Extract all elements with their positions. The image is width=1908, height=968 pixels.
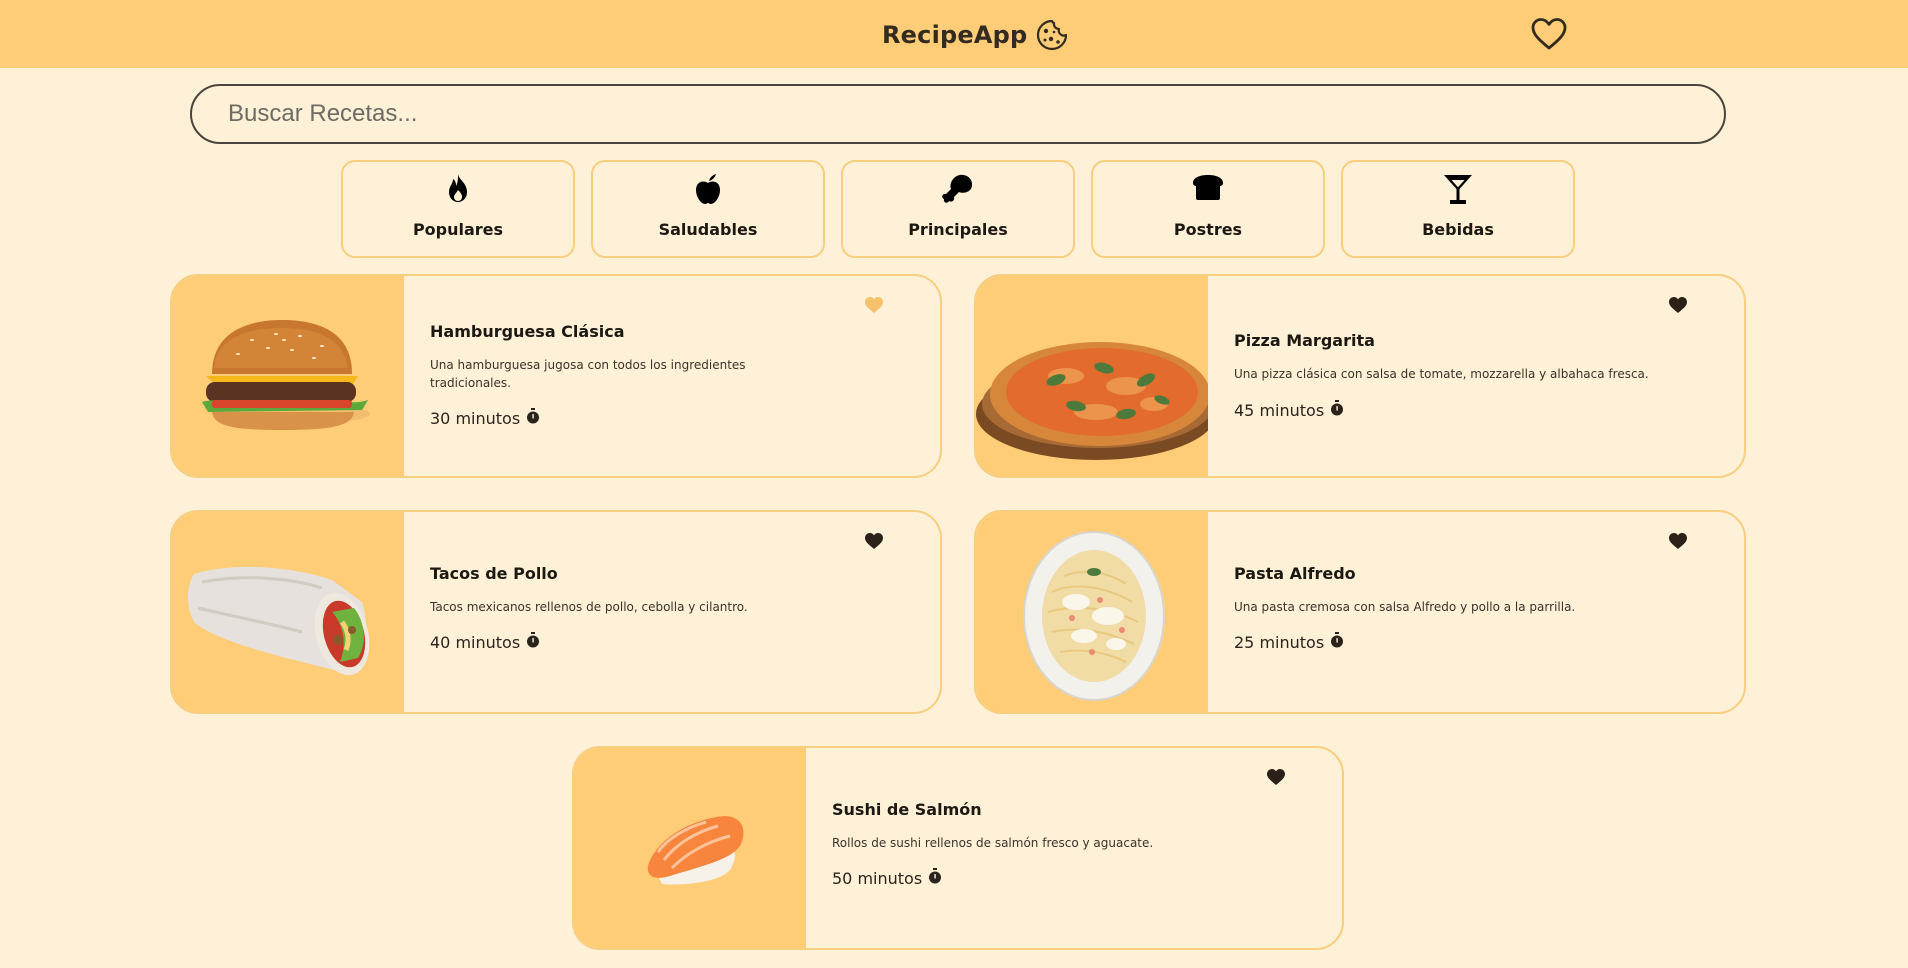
pizza-image (976, 276, 1208, 476)
category-label: Saludables (658, 220, 758, 239)
category-bebidas[interactable]: Bebidas (1341, 160, 1575, 258)
stopwatch-icon (1330, 632, 1344, 652)
recipe-time: 30 minutos (430, 408, 540, 428)
stopwatch-icon (1330, 400, 1344, 420)
recipe-time-label: 45 minutos (1234, 400, 1325, 420)
recipe-time-label: 50 minutos (832, 868, 923, 888)
favorite-toggle[interactable] (1266, 768, 1286, 788)
recipe-time: 40 minutos (430, 632, 540, 652)
category-label: Postres (1173, 220, 1243, 239)
recipe-title: Hamburguesa Clásica (430, 322, 625, 341)
heart-icon (1266, 769, 1286, 790)
favorites-button[interactable] (1530, 16, 1568, 52)
recipe-description: Una hamburguesa jugosa con todos los ing… (430, 358, 746, 390)
recipe-description: Rollos de sushi rellenos de salmón fresc… (832, 836, 1154, 850)
recipe-title: Pizza Margarita (1234, 331, 1375, 350)
recipe-time-label: 25 minutos (1234, 632, 1325, 652)
stopwatch-icon (526, 632, 540, 652)
category-saludables[interactable]: Saludables (591, 160, 825, 258)
recipe-time-label: 30 minutos (430, 408, 521, 428)
category-postres[interactable]: Postres (1091, 160, 1325, 258)
recipe-card[interactable]: Hamburguesa Clásica Una hamburguesa jugo… (170, 274, 942, 478)
heart-outline-icon (1530, 18, 1568, 56)
category-populares[interactable]: Populares (341, 160, 575, 258)
recipe-time: 25 minutos (1234, 632, 1344, 652)
recipe-title: Tacos de Pollo (430, 564, 558, 583)
cookie-icon (1035, 18, 1069, 52)
search-input[interactable] (226, 86, 1676, 142)
recipe-time-label: 40 minutos (430, 632, 521, 652)
search-bar (190, 84, 1726, 144)
recipe-description: Una pasta cremosa con salsa Alfredo y po… (1234, 600, 1576, 614)
brand[interactable]: RecipeApp (882, 18, 1069, 52)
app-name: RecipeApp (882, 21, 1028, 49)
category-label: Principales (908, 220, 1008, 239)
heart-icon (864, 533, 884, 554)
stopwatch-icon (526, 408, 540, 428)
recipe-description: Tacos mexicanos rellenos de pollo, cebol… (430, 600, 748, 614)
app-header: RecipeApp (0, 0, 1908, 68)
recipe-description: Una pizza clásica con salsa de tomate, m… (1234, 367, 1649, 381)
favorite-toggle[interactable] (1668, 296, 1688, 316)
favorite-toggle[interactable] (864, 532, 884, 552)
recipe-time: 45 minutos (1234, 400, 1344, 420)
hamburger-image (172, 276, 404, 476)
recipe-title: Sushi de Salmón (832, 800, 982, 819)
recipe-card[interactable]: Sushi de Salmón Rollos de sushi rellenos… (572, 746, 1344, 950)
heart-icon (1668, 533, 1688, 554)
category-label: Bebidas (1422, 220, 1494, 239)
recipe-card[interactable]: Tacos de Pollo Tacos mexicanos rellenos … (170, 510, 942, 714)
category-principales[interactable]: Principales (841, 160, 1075, 258)
pasta-image (976, 512, 1208, 712)
recipe-time: 50 minutos (832, 868, 942, 888)
wrap-image (172, 512, 404, 712)
recipe-card[interactable]: Pasta Alfredo Una pasta cremosa con sals… (974, 510, 1746, 714)
favorite-toggle[interactable] (1668, 532, 1688, 552)
recipe-card[interactable]: Pizza Margarita Una pizza clásica con sa… (974, 274, 1746, 478)
heart-icon (864, 297, 884, 318)
category-label: Populares (412, 220, 504, 239)
sushi-image (574, 748, 806, 948)
heart-icon (1668, 297, 1688, 318)
favorite-toggle[interactable] (864, 296, 884, 316)
recipe-title: Pasta Alfredo (1234, 564, 1356, 583)
stopwatch-icon (928, 868, 942, 888)
